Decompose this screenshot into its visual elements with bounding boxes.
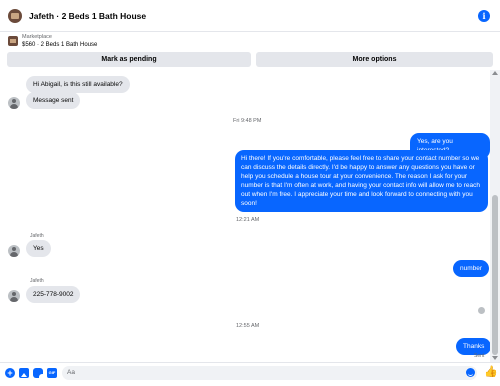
outgoing-message: Hi there! If you're comfortable, please … (235, 150, 488, 212)
chat-scrollbar[interactable] (490, 70, 500, 362)
message-input[interactable]: Aa (62, 366, 477, 380)
sender-name: Jafeth (30, 278, 44, 284)
incoming-message: Hi Abigail, is this still available? (26, 76, 130, 93)
seen-indicator-avatar (478, 307, 485, 314)
more-options-button[interactable]: More options (256, 52, 493, 67)
message-thread: Hi Abigail, is this still available? Mes… (0, 70, 490, 362)
sender-name: Jafeth (30, 233, 44, 239)
incoming-message: Message sent (26, 92, 81, 109)
timestamp: 12:21 AM (236, 217, 260, 223)
avatar[interactable] (8, 97, 20, 109)
conversation-title[interactable]: Jafeth · 2 Beds 1 Bath House (29, 11, 146, 21)
gif-icon[interactable]: GIF (47, 368, 57, 378)
info-icon[interactable]: i (478, 10, 490, 22)
scroll-up-arrow-icon[interactable] (492, 71, 498, 75)
scrollbar-thumb[interactable] (492, 195, 498, 355)
emoji-icon[interactable] (466, 368, 475, 377)
avatar[interactable] (8, 245, 20, 257)
mark-as-pending-button[interactable]: Mark as pending (7, 52, 251, 67)
listing-thumbnail[interactable] (8, 36, 18, 46)
listing-category: Marketplace (22, 34, 52, 40)
scroll-down-arrow-icon[interactable] (492, 356, 498, 360)
incoming-message: 225-778-9002 (26, 286, 81, 303)
delivery-status: Sent (474, 353, 485, 359)
timestamp: 12:55 AM (236, 323, 260, 329)
listing-title[interactable]: $560 · 2 Beds 1 Bath House (22, 42, 97, 48)
listing-avatar[interactable] (8, 9, 22, 23)
photo-icon[interactable] (19, 368, 29, 378)
incoming-message: Yes (26, 240, 51, 257)
timestamp: Fri 9:48 PM (233, 118, 262, 124)
conversation-header: Jafeth · 2 Beds 1 Bath House i (0, 0, 500, 32)
outgoing-message: number (453, 260, 490, 277)
plus-icon[interactable]: + (5, 368, 15, 378)
outgoing-message: Thanks (456, 338, 490, 355)
avatar[interactable] (8, 290, 20, 302)
thumbs-up-icon[interactable]: 👍 (484, 366, 498, 378)
sticker-icon[interactable] (33, 368, 43, 378)
